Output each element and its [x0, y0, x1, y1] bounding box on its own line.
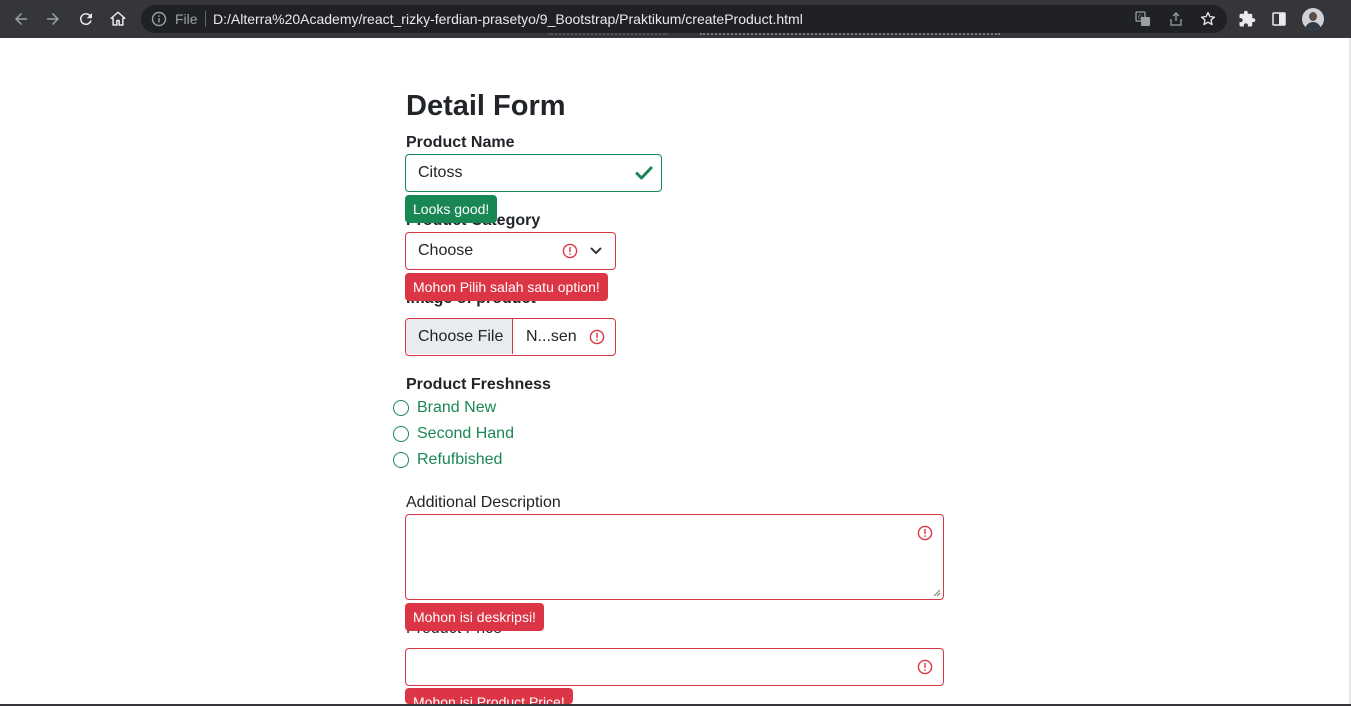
product-category-select[interactable]: Choose — [405, 232, 616, 270]
radio-label: Refufbished — [417, 451, 503, 468]
form-title: Detail Form — [406, 90, 566, 122]
address-separator — [205, 11, 206, 27]
choose-file-label: Choose File — [418, 328, 504, 345]
translate-icon[interactable]: G — [1135, 11, 1151, 27]
browser-toolbar: File D:/Alterra%20Academy/react_rizky-fe… — [0, 0, 1351, 38]
scrolled-text-fragment — [548, 32, 668, 38]
error-icon — [917, 659, 933, 675]
price-invalid-tooltip: Mohon isi Product Price! — [405, 688, 573, 704]
product-image-file-input[interactable]: Choose File N...sen — [405, 318, 616, 356]
avatar-body — [1305, 22, 1321, 30]
home-icon[interactable] — [106, 7, 130, 31]
star-icon[interactable] — [1200, 11, 1216, 27]
radio-circle[interactable] — [393, 426, 409, 442]
chevron-down-icon — [590, 247, 602, 254]
side-panel-icon[interactable] — [1267, 7, 1291, 31]
radio-circle[interactable] — [393, 400, 409, 416]
file-status-text: N...sen — [526, 328, 577, 345]
back-icon[interactable] — [9, 7, 33, 31]
category-invalid-tooltip: Mohon Pilih salah satu option! — [405, 273, 608, 301]
resize-handle-icon[interactable] — [933, 589, 941, 597]
forward-icon[interactable] — [41, 7, 65, 31]
scrolled-text-fragment — [700, 32, 1000, 38]
error-icon — [589, 329, 605, 345]
radio-circle[interactable] — [393, 452, 409, 468]
check-icon — [635, 166, 653, 180]
product-price-input[interactable] — [405, 648, 944, 686]
share-icon[interactable] — [1168, 11, 1184, 27]
avatar-head — [1309, 12, 1317, 21]
url-text[interactable]: D:/Alterra%20Academy/react_rizky-ferdian… — [213, 11, 803, 27]
reload-icon[interactable] — [74, 7, 98, 31]
profile-avatar[interactable] — [1302, 8, 1324, 30]
additional-description-textarea[interactable] — [405, 514, 944, 600]
error-icon — [562, 243, 578, 259]
valid-feedback-tooltip: Looks good! — [405, 195, 498, 223]
scheme-label: File — [175, 11, 198, 27]
additional-description-label: Additional Description — [406, 494, 561, 511]
radio-label: Brand New — [417, 399, 497, 416]
choose-file-button[interactable]: Choose File — [406, 319, 513, 354]
description-invalid-tooltip: Mohon isi deskripsi! — [405, 603, 544, 631]
product-freshness-label: Product Freshness — [406, 376, 551, 393]
radio-label: Second Hand — [417, 425, 514, 442]
info-icon[interactable] — [151, 11, 167, 27]
address-bar[interactable]: File D:/Alterra%20Academy/react_rizky-fe… — [141, 5, 1227, 33]
svg-text:G: G — [1138, 14, 1143, 21]
extensions-icon[interactable] — [1235, 7, 1259, 31]
error-icon — [917, 525, 933, 541]
product-name-input[interactable]: Citoss — [405, 154, 662, 192]
product-name-label: Product Name — [406, 134, 515, 151]
product-name-value: Citoss — [418, 164, 463, 181]
product-category-selected: Choose — [418, 242, 474, 259]
